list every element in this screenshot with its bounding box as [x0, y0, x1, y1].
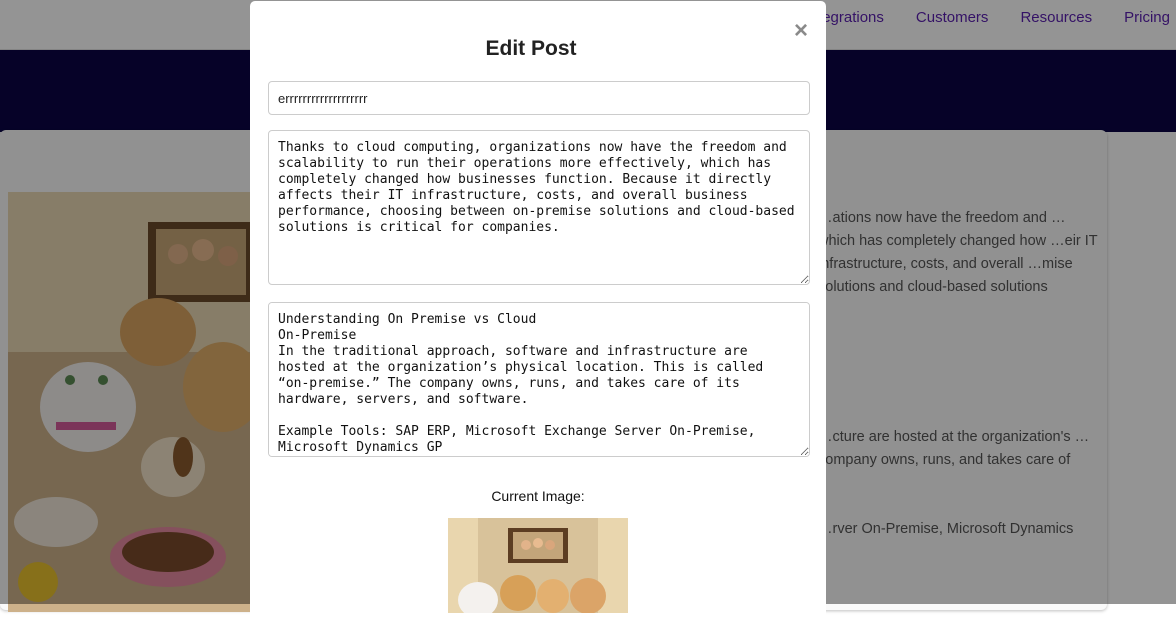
modal-title: Edit Post: [485, 37, 577, 60]
edit-post-modal: × Edit Post Thanks to cloud computing, o…: [250, 1, 826, 621]
current-image-label: Current Image:: [491, 488, 585, 504]
post-content-textarea[interactable]: Understanding On Premise vs Cloud On-Pre…: [268, 302, 810, 457]
current-image-thumbnail: [448, 518, 628, 613]
post-title-input[interactable]: [268, 81, 810, 115]
post-excerpt-textarea[interactable]: Thanks to cloud computing, organizations…: [268, 130, 810, 285]
